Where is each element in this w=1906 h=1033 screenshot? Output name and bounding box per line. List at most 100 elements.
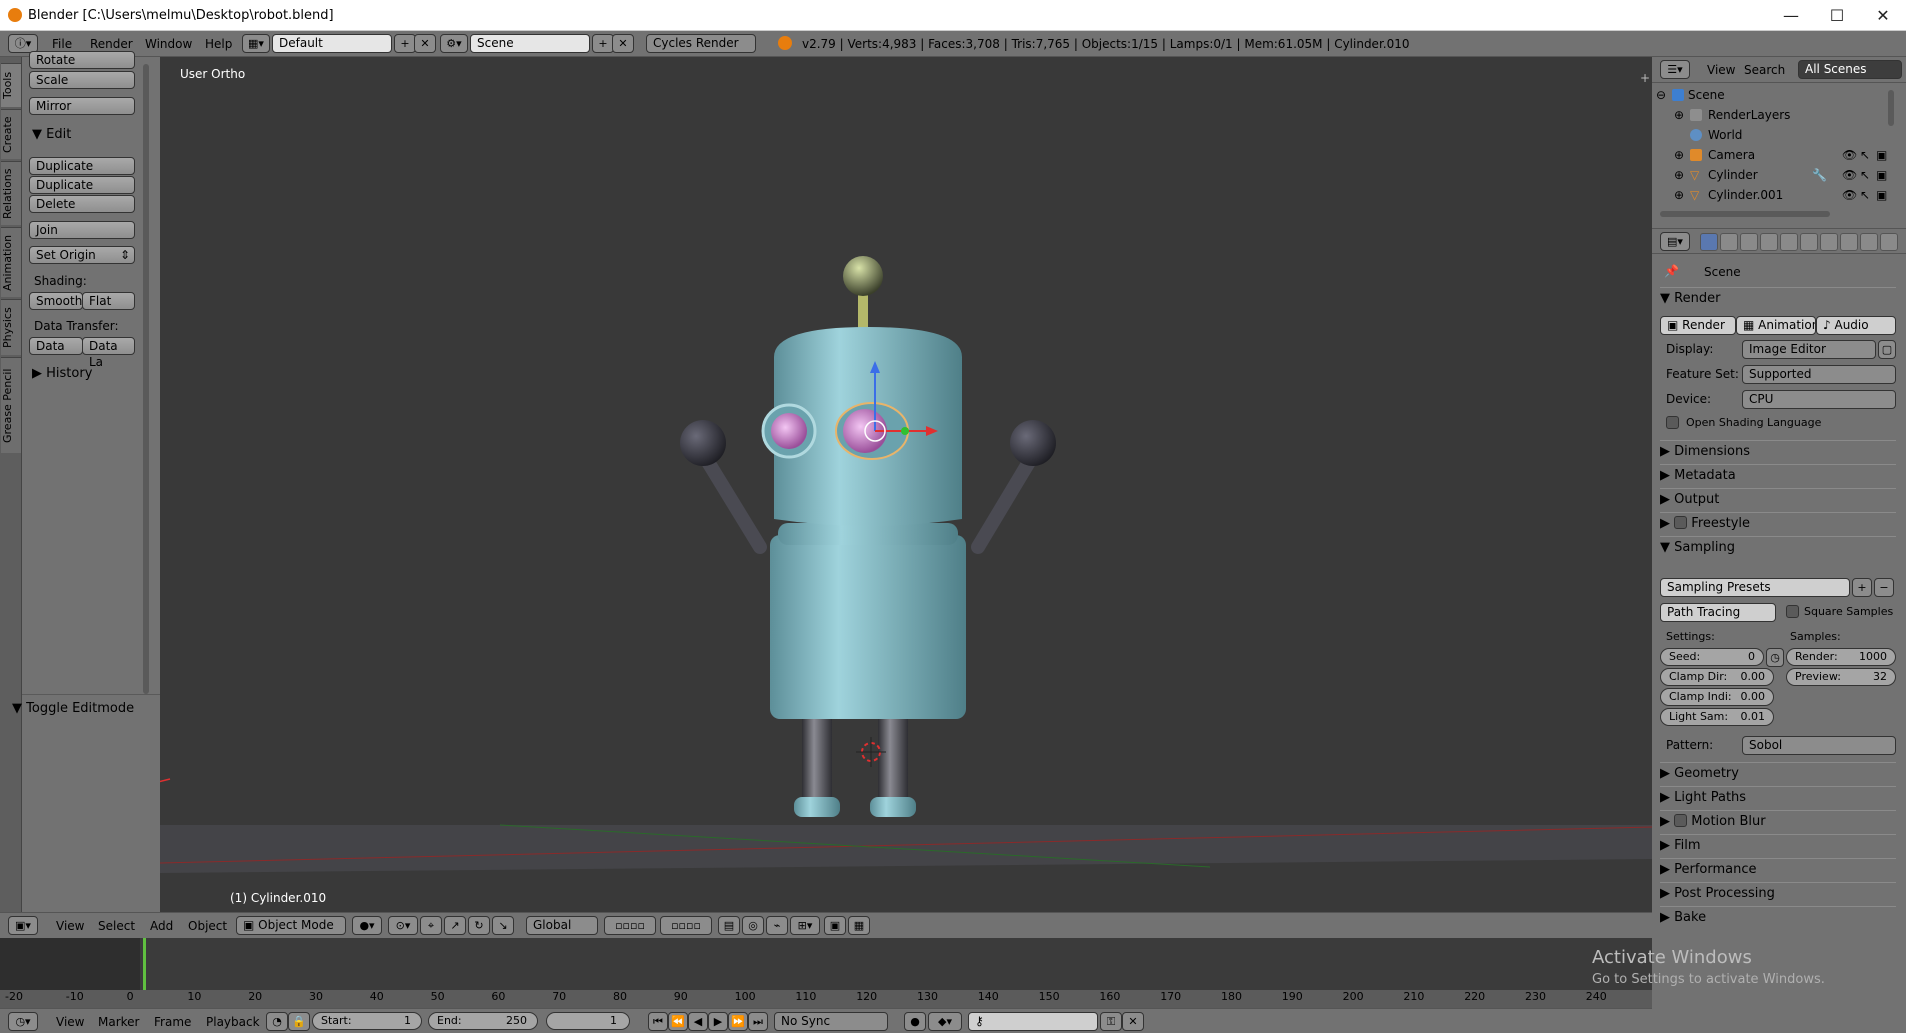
- render-toggle-icon[interactable]: ▣: [1876, 145, 1887, 165]
- rotate-button[interactable]: Rotate: [29, 51, 135, 69]
- osl-checkbox[interactable]: [1666, 416, 1679, 429]
- minimize-button[interactable]: —: [1768, 0, 1814, 31]
- expand-icon[interactable]: ⊕: [1674, 165, 1684, 185]
- light-sampling-field[interactable]: Light Sam: 0.01: [1660, 708, 1774, 726]
- sampling-presets-select[interactable]: Sampling Presets: [1660, 578, 1850, 597]
- expand-icon[interactable]: ⊕: [1674, 185, 1684, 205]
- editor-type-outliner-icon[interactable]: ☰▾: [1660, 60, 1690, 79]
- pin-icon[interactable]: 📌: [1664, 264, 1679, 278]
- keying-set-field[interactable]: ⚷: [968, 1012, 1098, 1031]
- cursor-select-icon[interactable]: ↖: [1860, 185, 1870, 205]
- data-transfer-button[interactable]: Data: [29, 337, 83, 355]
- gizmo-y-handle[interactable]: [901, 427, 909, 435]
- light-paths-panel-header[interactable]: ▶ Light Paths: [1660, 786, 1896, 808]
- play-icon[interactable]: ▶: [708, 1012, 728, 1031]
- translate-manipulator-icon[interactable]: ↗: [444, 916, 466, 935]
- current-frame-marker[interactable]: [143, 938, 146, 990]
- add-screen-icon[interactable]: +: [394, 34, 416, 53]
- dimensions-panel-header[interactable]: ▶ Dimensions: [1660, 440, 1896, 462]
- editor-type-properties-icon[interactable]: ▤▾: [1660, 232, 1690, 251]
- preview-range-icon[interactable]: ◔: [266, 1012, 288, 1031]
- play-reverse-icon[interactable]: ◀: [688, 1012, 708, 1031]
- menu-help[interactable]: Help: [205, 37, 232, 51]
- outliner-menu-search[interactable]: Search: [1744, 63, 1785, 77]
- flat-button[interactable]: Flat: [82, 292, 135, 310]
- render-preview-icon[interactable]: ▣: [824, 916, 846, 935]
- keying-icon[interactable]: ◆▾: [928, 1012, 962, 1031]
- transform-orientation-select[interactable]: Global: [526, 916, 598, 935]
- film-panel-header[interactable]: ▶ Film: [1660, 834, 1896, 856]
- scene-tab-icon[interactable]: [1740, 233, 1758, 251]
- device-select[interactable]: CPU: [1742, 390, 1896, 409]
- delete-button[interactable]: Delete: [29, 195, 135, 213]
- material-tab-icon[interactable]: [1860, 233, 1878, 251]
- scene-field[interactable]: Scene: [470, 34, 590, 53]
- modifiers-tab-icon[interactable]: [1820, 233, 1838, 251]
- pivot-point-icon[interactable]: ⊙▾: [388, 916, 418, 935]
- scale-manipulator-icon[interactable]: ↘: [492, 916, 514, 935]
- outliner-menu-view[interactable]: View: [1707, 63, 1735, 77]
- bake-panel-header[interactable]: ▶ Bake: [1660, 906, 1896, 928]
- timeline-menu-view[interactable]: View: [56, 1015, 84, 1029]
- layers-row-2-icon[interactable]: ▫▫▫▫: [660, 916, 712, 935]
- manipulator-toggle-icon[interactable]: ⌖: [420, 916, 442, 935]
- editor-type-timeline-icon[interactable]: ◷▾: [8, 1012, 38, 1031]
- end-frame-field[interactable]: End: 250: [428, 1012, 538, 1030]
- delete-screen-icon[interactable]: ✕: [414, 34, 436, 53]
- snap-toggle-icon[interactable]: ⌁: [766, 916, 788, 935]
- freestyle-checkbox[interactable]: [1674, 516, 1688, 529]
- freestyle-panel-header[interactable]: ▶ Freestyle: [1660, 512, 1896, 534]
- remove-preset-icon[interactable]: −: [1874, 578, 1894, 597]
- prev-keyframe-icon[interactable]: ⏪: [668, 1012, 688, 1031]
- motion-blur-checkbox[interactable]: [1674, 814, 1688, 827]
- render-toggle-icon[interactable]: ▣: [1876, 165, 1887, 185]
- toggle-editmode-header[interactable]: ▼ Toggle Editmode: [12, 701, 134, 716]
- menu-add[interactable]: Add: [150, 919, 173, 933]
- opengl-render-icon[interactable]: ▦: [848, 916, 870, 935]
- lock-interface-icon[interactable]: ▢: [1878, 340, 1896, 359]
- insert-keyframe-icon[interactable]: ⚿: [1100, 1012, 1122, 1031]
- eye-icon[interactable]: 👁: [1842, 145, 1857, 165]
- add-preset-icon[interactable]: +: [1852, 578, 1872, 597]
- render-samples-field[interactable]: Render: 1000: [1786, 648, 1896, 666]
- eye-icon[interactable]: 👁: [1842, 165, 1857, 185]
- cursor-select-icon[interactable]: ↖: [1860, 165, 1870, 185]
- record-icon[interactable]: ●: [904, 1012, 926, 1031]
- tab-animation[interactable]: Animation: [1, 227, 21, 297]
- preview-samples-field[interactable]: Preview: 32: [1786, 668, 1896, 686]
- feature-set-select[interactable]: Supported: [1742, 365, 1896, 384]
- timeline-menu-playback[interactable]: Playback: [206, 1015, 260, 1029]
- maximize-button[interactable]: ☐: [1814, 0, 1860, 31]
- edit-panel-header[interactable]: ▼ Edit: [32, 127, 71, 142]
- data-tab-icon[interactable]: [1840, 233, 1858, 251]
- scale-button[interactable]: Scale: [29, 71, 135, 89]
- lock-range-icon[interactable]: 🔒: [288, 1012, 310, 1031]
- expand-icon[interactable]: ⊕: [1674, 105, 1684, 125]
- animation-button[interactable]: ▦ Animation: [1736, 316, 1816, 335]
- sampling-panel-header[interactable]: ▼ Sampling: [1660, 536, 1896, 558]
- pattern-select[interactable]: Sobol: [1742, 736, 1896, 755]
- object-tab-icon[interactable]: [1780, 233, 1798, 251]
- outliner-v-scrollbar[interactable]: [1888, 90, 1894, 126]
- set-origin-button[interactable]: Set Origin ⇕: [29, 246, 135, 264]
- tab-create[interactable]: Create: [1, 109, 21, 159]
- render-panel-header[interactable]: ▼ Render: [1660, 287, 1896, 309]
- menu-object[interactable]: Object: [188, 919, 227, 933]
- sync-mode-select[interactable]: No Sync: [774, 1012, 888, 1031]
- data-layout-button[interactable]: Data La: [82, 337, 135, 369]
- viewport-add-region-icon[interactable]: +: [1640, 71, 1650, 85]
- join-button[interactable]: Join: [29, 221, 135, 239]
- timeline[interactable]: -20 -10 0 10 20 30 40 50 60 70 80 90 100 110 120 130 140…: [0, 938, 1652, 1008]
- menu-render[interactable]: Render: [90, 37, 133, 51]
- screen-layout-field[interactable]: Default: [272, 34, 392, 53]
- tool-shelf-scrollbar[interactable]: [143, 64, 149, 694]
- tab-physics[interactable]: Physics: [1, 299, 21, 355]
- editor-type-3d-icon[interactable]: ▣▾: [8, 916, 38, 935]
- outliner-h-scrollbar[interactable]: [1660, 211, 1830, 217]
- timeline-menu-frame[interactable]: Frame: [154, 1015, 191, 1029]
- history-panel-header[interactable]: ▶ History: [32, 366, 92, 381]
- eye-icon[interactable]: 👁: [1842, 185, 1857, 205]
- metadata-panel-header[interactable]: ▶ Metadata: [1660, 464, 1896, 486]
- menu-view[interactable]: View: [56, 919, 84, 933]
- performance-panel-header[interactable]: ▶ Performance: [1660, 858, 1896, 880]
